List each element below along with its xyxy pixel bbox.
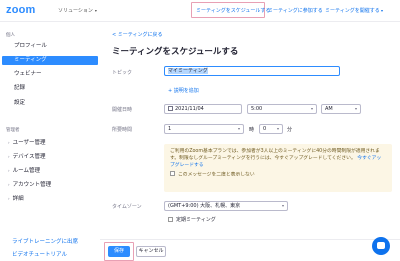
hours-select[interactable]: 1 ▾: [164, 124, 244, 134]
sidebar-item-user-management[interactable]: › ユーザー管理: [6, 138, 94, 147]
timezone-value: (GMT+9:00) 大阪、札幌、東京: [168, 203, 241, 209]
hours-unit: 時: [249, 127, 255, 133]
sidebar-item-meetings[interactable]: ミーティング: [2, 56, 98, 65]
chevron-right-icon: ›: [8, 140, 10, 145]
ampm-value: AM: [325, 106, 333, 112]
chevron-down-icon: ▾: [276, 126, 279, 131]
chat-support-button[interactable]: [372, 237, 390, 255]
chevron-down-icon: ▾: [379, 8, 383, 13]
timezone-select[interactable]: (GMT+9:00) 大阪、札幌、東京 ▾: [164, 201, 288, 211]
zoom-logo[interactable]: zoom: [6, 4, 36, 16]
chevron-down-icon: ▾: [281, 203, 284, 208]
nav-host-meeting-label: ミーティングを開催する: [325, 8, 380, 14]
back-to-meetings-link[interactable]: < ミーティングに戻る: [112, 31, 162, 38]
topic-input[interactable]: マイミーティング: [164, 66, 340, 76]
chevron-right-icon: ›: [8, 196, 10, 201]
cancel-button[interactable]: キャンセル: [136, 246, 166, 257]
solutions-menu[interactable]: ソリューション ▾: [58, 7, 97, 14]
nav-schedule-meeting[interactable]: ミーティングをスケジュールする: [196, 7, 270, 14]
chat-bubble-icon: [377, 242, 385, 249]
save-button[interactable]: 保存: [108, 246, 130, 257]
dismiss-label: このメッセージを二度と表示しない: [178, 172, 255, 178]
dismiss-row[interactable]: このメッセージを二度と表示しない: [170, 171, 386, 179]
calendar-icon: [168, 105, 173, 111]
nav-join-meeting[interactable]: ミーティングに参加する: [268, 7, 323, 14]
sidebar-item-account-management[interactable]: › アカウント管理: [6, 180, 94, 189]
sidebar-section-admin: 管理者: [6, 128, 20, 133]
solutions-label: ソリューション: [58, 8, 93, 14]
recurring-row[interactable]: 定期ミーティング: [168, 216, 216, 223]
notice-text: ご利用のZoom基本プランでは、参加者が3人以上のミーティングに40分の時間制限…: [170, 149, 380, 161]
topic-value: マイミーティング: [168, 68, 208, 74]
add-description-link[interactable]: + 説明を追加: [168, 87, 199, 94]
minutes-select[interactable]: 0 ▾: [259, 124, 283, 134]
sidebar-item-label: ユーザー管理: [12, 140, 46, 146]
chevron-down-icon: ▾: [94, 8, 97, 13]
chevron-right-icon: ›: [8, 168, 10, 173]
minutes-unit: 分: [287, 127, 293, 133]
topic-label: トピック: [112, 70, 133, 76]
sidebar-item-label: デバイス管理: [12, 154, 46, 160]
recurring-checkbox[interactable]: [168, 216, 173, 222]
sidebar-item-label: アカウント管理: [12, 182, 52, 188]
chevron-right-icon: ›: [8, 154, 10, 159]
sidebar-item-advanced[interactable]: › 詳細: [6, 194, 94, 203]
top-navigation-bar: zoom ソリューション ▾ ミーティングをスケジュールする ミーティングに参加す…: [0, 0, 400, 22]
nav-host-meeting[interactable]: ミーティングを開催する ▾: [325, 7, 383, 14]
link-video-tutorials[interactable]: ビデオチュートリアル: [12, 250, 67, 258]
sidebar: 個人 プロフィール ミーティング ウェビナー 記録 設定 管理者 › ユーザー管理…: [0, 22, 100, 261]
chevron-down-icon: ▾: [354, 106, 357, 111]
sidebar-item-room-management[interactable]: › ルーム管理: [6, 166, 94, 175]
sidebar-item-device-management[interactable]: › デバイス管理: [6, 152, 94, 161]
sidebar-item-recordings[interactable]: 記録: [6, 84, 94, 93]
when-label: 開催日時: [112, 107, 133, 113]
time-limit-notice: ご利用のZoom基本プランでは、参加者が3人以上のミーティングに40分の時間制限…: [164, 144, 392, 192]
time-select[interactable]: 5:00 ▾: [247, 104, 317, 114]
date-picker[interactable]: 2021/11/04: [164, 104, 242, 114]
chevron-down-icon: ▾: [237, 126, 240, 131]
link-live-training[interactable]: ライブトレーニングに出席: [12, 237, 78, 245]
minutes-value: 0: [263, 126, 267, 132]
ampm-select[interactable]: AM ▾: [321, 104, 361, 114]
sidebar-section-personal: 個人: [6, 33, 15, 38]
timezone-label: タイムゾーン: [112, 204, 142, 210]
date-value: 2021/11/04: [175, 106, 204, 112]
sidebar-item-profile[interactable]: プロフィール: [6, 42, 94, 51]
sidebar-item-label: ルーム管理: [12, 168, 40, 174]
page-title: ミーティングをスケジュールする: [112, 47, 239, 57]
chevron-down-icon: ▾: [310, 106, 313, 111]
hours-value: 1: [168, 126, 172, 132]
time-value: 5:00: [251, 106, 263, 112]
sidebar-item-webinars[interactable]: ウェビナー: [6, 70, 94, 79]
sidebar-item-label: 詳細: [12, 196, 24, 202]
sidebar-item-settings[interactable]: 設定: [6, 99, 94, 108]
duration-label: 所要時間: [112, 127, 133, 133]
dismiss-checkbox[interactable]: [170, 171, 175, 176]
chevron-right-icon: ›: [8, 182, 10, 187]
recurring-label: 定期ミーティング: [176, 217, 216, 223]
